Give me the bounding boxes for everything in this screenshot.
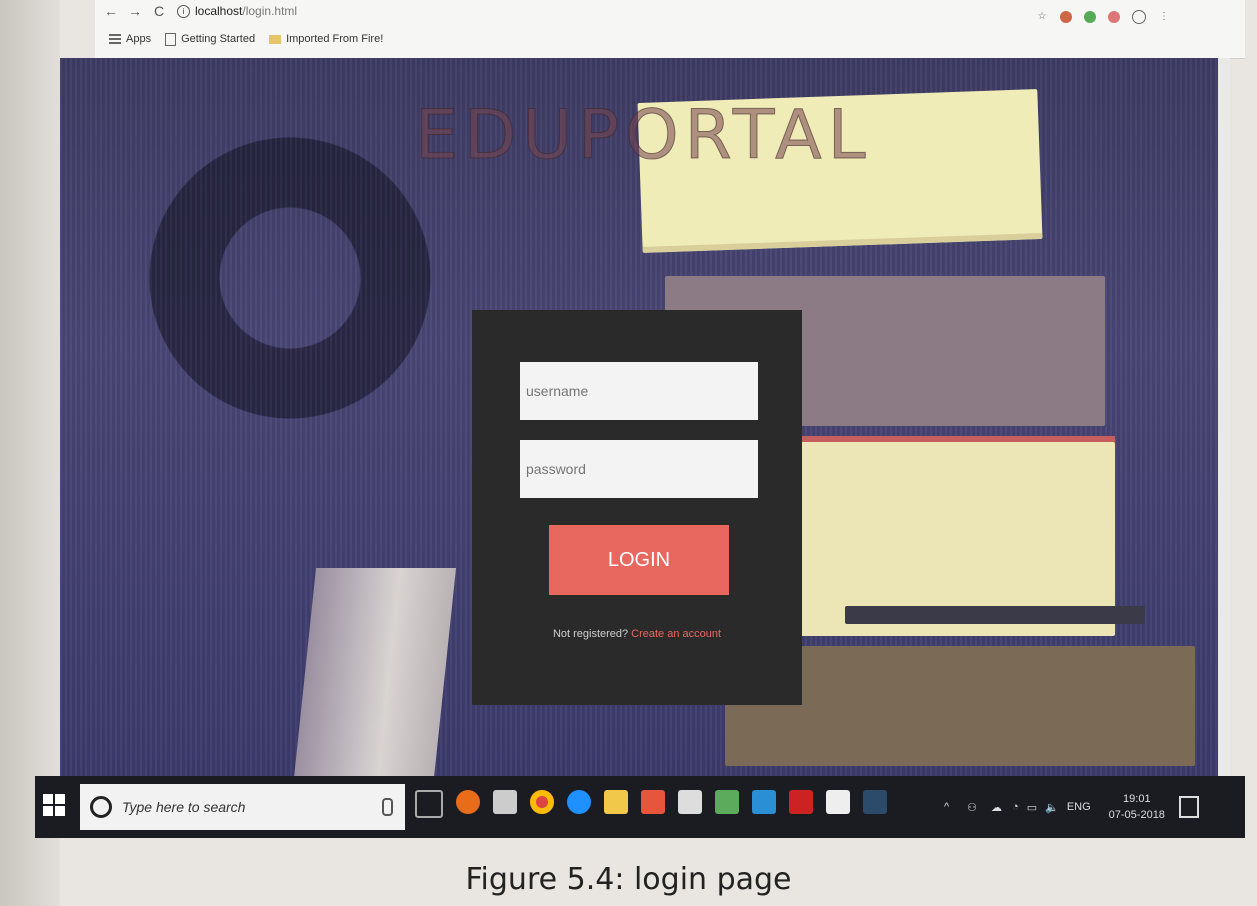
edge-icon[interactable]: [567, 790, 591, 814]
forward-icon[interactable]: →: [127, 3, 143, 19]
cloud-icon[interactable]: ☁: [991, 801, 1002, 814]
bookmark-label: Getting Started: [181, 33, 256, 45]
taskbar: Type here to search ^ ⚇ ☁ ◔ ▭ 🔈 ENG 19:0…: [35, 776, 1245, 838]
bookmark-apps[interactable]: Apps: [109, 33, 151, 45]
url-host: localhost: [195, 4, 243, 18]
create-account-link[interactable]: Create an account: [631, 628, 721, 640]
extension-icon[interactable]: [1084, 11, 1096, 23]
wifi-icon[interactable]: ◔: [1012, 801, 1019, 813]
chrome-icon[interactable]: [530, 790, 554, 814]
extension-icon[interactable]: [1108, 11, 1120, 23]
extensions: ☆ ⋮: [1036, 10, 1170, 24]
volume-icon[interactable]: 🔈: [1045, 801, 1059, 814]
login-button[interactable]: LOGIN: [549, 525, 729, 595]
info-icon[interactable]: i: [177, 4, 190, 18]
app-icon[interactable]: [493, 790, 517, 814]
site-logo: EDUPORTAL: [415, 96, 872, 176]
bookmark-imported[interactable]: Imported From Fire!: [269, 33, 383, 45]
pinned-apps: [415, 790, 887, 818]
book: [845, 606, 1145, 624]
figure-caption: Figure 5.4: login page: [465, 862, 792, 897]
app-icon[interactable]: [752, 790, 776, 814]
scrollbar[interactable]: [1218, 58, 1230, 776]
windows-start-icon[interactable]: [43, 794, 65, 816]
search-placeholder: Type here to search: [122, 799, 246, 815]
task-view-icon[interactable]: [415, 790, 443, 818]
page-icon: [165, 32, 177, 46]
register-message: Not registered? Create an account: [472, 628, 802, 640]
login-panel: LOGIN Not registered?Create an account: [472, 310, 802, 705]
page-edge: [0, 0, 60, 906]
book: [293, 568, 457, 776]
mail-icon[interactable]: [678, 790, 702, 814]
clock-time: 19:01: [1123, 793, 1151, 805]
url-path: /login.html: [242, 4, 298, 18]
cortana-icon: [90, 796, 112, 818]
app-icon[interactable]: [715, 790, 739, 814]
address-bar[interactable]: i localhost/login.html: [177, 2, 297, 20]
battery-icon[interactable]: ▭: [1027, 801, 1037, 814]
bookmark-getting-started[interactable]: Getting Started: [165, 32, 256, 46]
clock[interactable]: 19:01 07-05-2018: [1109, 791, 1165, 823]
app-icon[interactable]: [863, 790, 887, 814]
notification-icon[interactable]: [1178, 796, 1199, 818]
password-input[interactable]: [520, 440, 758, 498]
bookmarks-bar: Apps Getting Started Imported From Fire!: [95, 28, 383, 50]
office-icon[interactable]: [641, 790, 665, 814]
taskbar-search[interactable]: Type here to search: [80, 784, 405, 830]
bookmark-label: Imported From Fire!: [286, 33, 384, 45]
star-icon[interactable]: ☆: [1036, 11, 1048, 23]
file-explorer-icon[interactable]: [604, 790, 628, 814]
reload-icon[interactable]: C: [151, 3, 167, 19]
apps-grid-icon: [109, 34, 121, 44]
people-icon[interactable]: ⚇: [967, 801, 977, 814]
language-indicator[interactable]: ENG: [1067, 801, 1091, 813]
extension-icon[interactable]: [1060, 11, 1072, 23]
store-icon[interactable]: [826, 790, 850, 814]
system-tray: ^ ⚇ ☁ ◔ ▭ 🔈 ENG 19:01 07-05-2018: [930, 776, 1245, 838]
firefox-icon[interactable]: [456, 790, 480, 814]
menu-icon[interactable]: ⋮: [1158, 11, 1170, 23]
clock-date: 07-05-2018: [1108, 809, 1165, 821]
bookmark-label: Apps: [126, 33, 152, 45]
page-viewport: EDUPORTAL LOGIN Not registered?Create an…: [60, 58, 1230, 776]
chevron-up-icon[interactable]: ^: [944, 801, 949, 813]
back-icon[interactable]: ←: [103, 3, 119, 19]
address-row: ← → C i localhost/login.html ☆ ⋮: [95, 0, 1245, 24]
extension-icon[interactable]: [1132, 10, 1146, 24]
netflix-icon[interactable]: [789, 790, 813, 814]
not-registered-text: Not registered?: [552, 628, 629, 640]
browser-chrome: ← → C i localhost/login.html ☆ ⋮ Apps Ge…: [95, 0, 1245, 59]
folder-icon: [269, 34, 282, 44]
microphone-icon[interactable]: [382, 798, 393, 816]
username-input[interactable]: [520, 362, 758, 420]
